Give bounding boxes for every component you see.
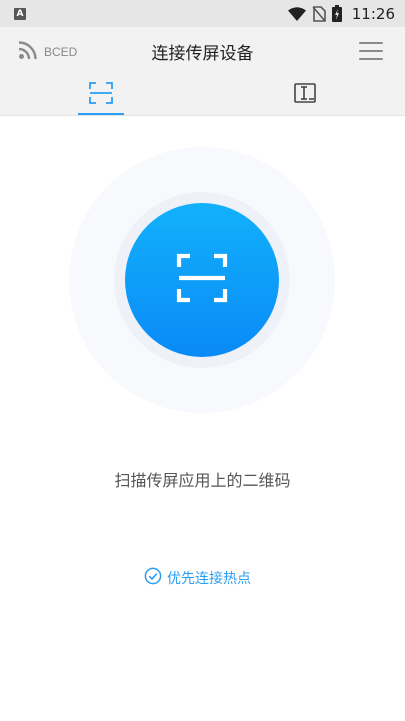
status-bar: A 11:26: [0, 0, 405, 27]
scan-frame-icon: [176, 253, 228, 307]
prefer-hotspot-option[interactable]: 优先连接热点: [144, 567, 251, 589]
scan-instruction: 扫描传屏应用上的二维码: [114, 471, 291, 490]
hotspot-label: 优先连接热点: [167, 571, 251, 587]
tab-code[interactable]: [282, 75, 328, 115]
page-title: 连接传屏设备: [151, 44, 254, 64]
status-clock: 11:26: [351, 4, 395, 23]
active-tab-indicator: [78, 113, 124, 115]
app-header: BCED 连接传屏设备: [0, 27, 405, 75]
tab-bar: [0, 75, 405, 116]
status-left: A: [14, 7, 26, 20]
code-input-tab-icon: [294, 83, 316, 107]
tab-scan[interactable]: [78, 75, 124, 115]
battery-charging-icon: [331, 5, 342, 22]
notification-a-icon: A: [14, 7, 26, 20]
status-right: 11:26: [287, 4, 395, 23]
wifi-icon: [287, 6, 306, 21]
check-circle-icon[interactable]: [144, 567, 162, 589]
menu-icon[interactable]: [359, 42, 383, 60]
no-sim-icon: [312, 5, 326, 22]
scan-tab-icon: [89, 82, 113, 108]
scan-button[interactable]: [125, 203, 279, 357]
